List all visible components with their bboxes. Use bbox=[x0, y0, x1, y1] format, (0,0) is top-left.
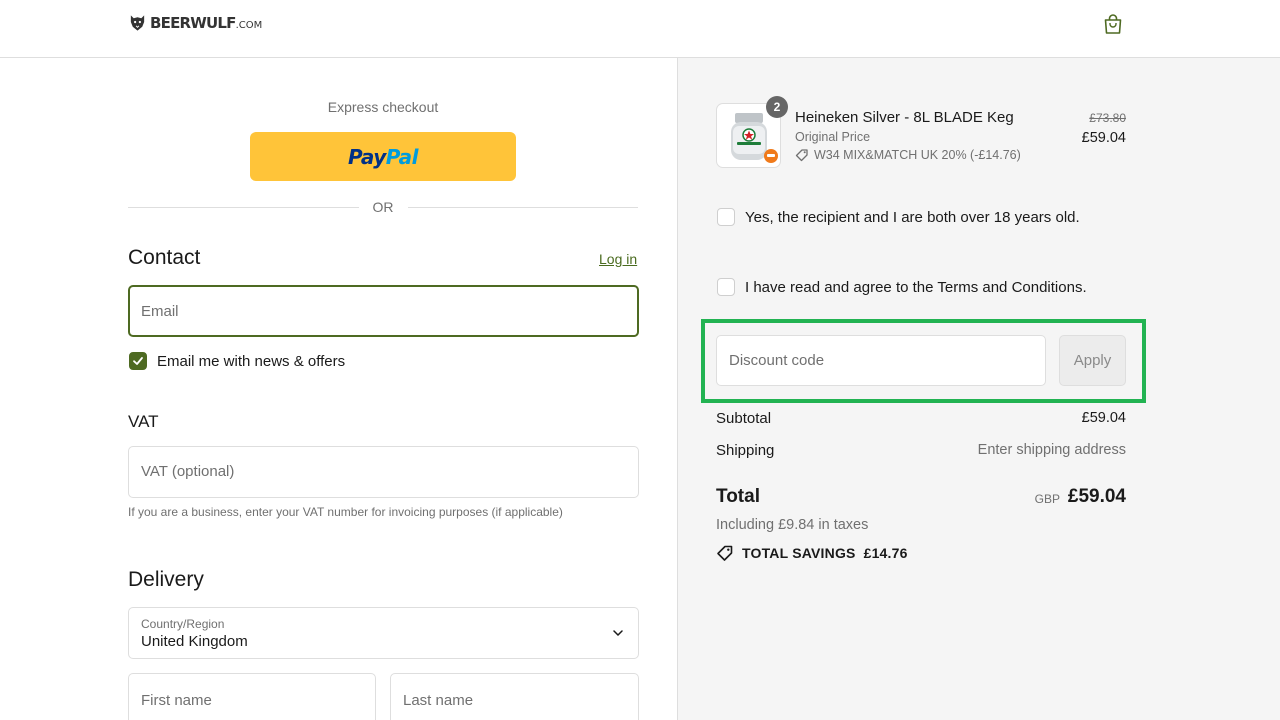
quantity-badge: 2 bbox=[766, 96, 788, 118]
terms-checkbox[interactable] bbox=[717, 278, 735, 296]
newsletter-option[interactable]: Email me with news & offers bbox=[129, 352, 345, 370]
subtotal-value: £59.04 bbox=[1081, 410, 1126, 426]
vat-field[interactable]: VAT (optional) bbox=[128, 446, 639, 498]
vat-placeholder: VAT (optional) bbox=[141, 463, 235, 480]
apply-discount-button[interactable]: Apply bbox=[1059, 335, 1126, 386]
subtotal-label: Subtotal bbox=[716, 410, 772, 427]
terms-consent[interactable]: I have read and agree to the Terms and C… bbox=[717, 278, 1087, 296]
total-label: Total bbox=[716, 486, 760, 507]
product-name: Heineken Silver - 8L BLADE Keg bbox=[795, 109, 1014, 126]
site-header: BEERWULF.COM bbox=[0, 0, 1280, 58]
email-field[interactable]: Email bbox=[128, 285, 639, 337]
first-name-field[interactable]: First name bbox=[128, 673, 376, 720]
paypal-logo-pay: Pay bbox=[347, 144, 386, 169]
delivery-heading: Delivery bbox=[128, 568, 204, 591]
paypal-logo-pal: Pal bbox=[385, 144, 419, 169]
bag-icon[interactable] bbox=[1101, 12, 1125, 36]
product-subtitle: Original Price bbox=[795, 130, 871, 144]
discounted-price: £59.04 bbox=[1081, 130, 1126, 146]
last-name-field[interactable]: Last name bbox=[390, 673, 639, 720]
original-price: £73.80 bbox=[1089, 111, 1126, 125]
taxes-note: Including £9.84 in taxes bbox=[716, 517, 869, 533]
discount-code-field[interactable]: Discount code bbox=[716, 335, 1046, 386]
country-select[interactable]: Country/Region United Kingdom bbox=[128, 607, 639, 659]
age-checkbox[interactable] bbox=[717, 208, 735, 226]
age-consent[interactable]: Yes, the recipient and I are both over 1… bbox=[717, 208, 1080, 226]
currency-code: GBP bbox=[1034, 492, 1060, 506]
age-consent-label: Yes, the recipient and I are both over 1… bbox=[745, 208, 1080, 226]
savings-value: £14.76 bbox=[863, 545, 908, 561]
or-divider: OR bbox=[128, 199, 638, 215]
check-icon bbox=[133, 357, 143, 365]
last-name-placeholder: Last name bbox=[403, 692, 474, 709]
or-text: OR bbox=[372, 199, 394, 215]
discount-line-text: W34 MIX&MATCH UK 20% (-£14.76) bbox=[814, 148, 1021, 162]
product-discount: W34 MIX&MATCH UK 20% (-£14.76) bbox=[795, 148, 1021, 162]
divider-line bbox=[128, 206, 359, 208]
divider-line bbox=[407, 206, 638, 208]
savings-tag-icon bbox=[717, 545, 733, 561]
country-value: United Kingdom bbox=[141, 633, 248, 650]
chevron-down-icon bbox=[613, 630, 623, 637]
beerwulf-logo[interactable]: BEERWULF.COM bbox=[128, 13, 262, 33]
express-checkout-title: Express checkout bbox=[327, 99, 439, 115]
tag-icon bbox=[795, 149, 808, 162]
vat-help-text: If you are a business, enter your VAT nu… bbox=[128, 505, 563, 519]
terms-consent-label: I have read and agree to the Terms and C… bbox=[745, 278, 1087, 296]
paypal-logo: PayPal bbox=[347, 144, 419, 169]
newsletter-label: Email me with news & offers bbox=[157, 352, 346, 370]
country-label: Country/Region bbox=[141, 617, 225, 631]
first-name-placeholder: First name bbox=[141, 692, 212, 709]
shipping-label: Shipping bbox=[716, 442, 775, 459]
newsletter-checkbox[interactable] bbox=[129, 352, 147, 370]
total-value: £59.04 bbox=[1067, 486, 1126, 507]
vat-heading: VAT bbox=[128, 412, 159, 431]
discount-code-placeholder: Discount code bbox=[729, 352, 825, 369]
logo-text: BEERWULF bbox=[150, 14, 236, 32]
wolf-logo-icon bbox=[130, 15, 145, 31]
shipping-value: Enter shipping address bbox=[977, 442, 1126, 458]
email-placeholder: Email bbox=[141, 303, 179, 320]
login-link[interactable]: Log in bbox=[599, 251, 637, 267]
contact-heading: Contact bbox=[128, 246, 201, 269]
savings-label: TOTAL SAVINGS bbox=[742, 545, 856, 561]
logo-suffix: .COM bbox=[235, 20, 263, 31]
paypal-button[interactable]: PayPal bbox=[250, 132, 516, 181]
total-savings: TOTAL SAVINGS £14.76 bbox=[716, 544, 908, 562]
